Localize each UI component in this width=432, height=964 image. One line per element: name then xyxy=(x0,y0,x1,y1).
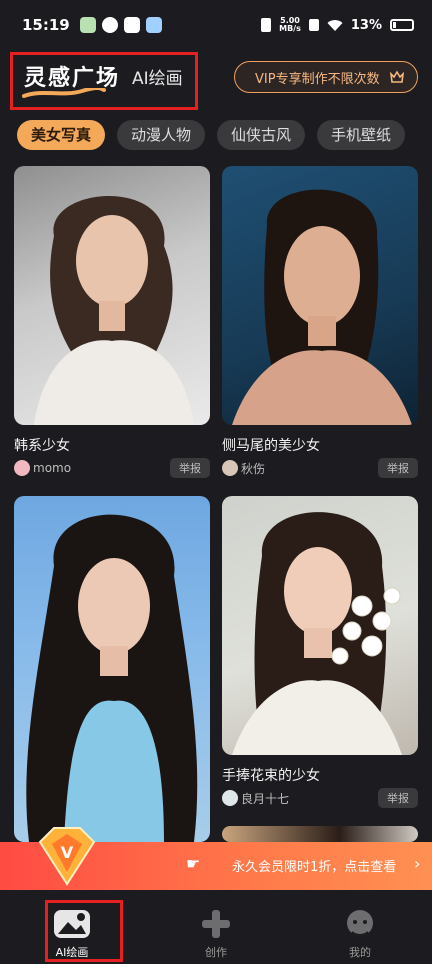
portrait-illustration xyxy=(232,512,402,755)
category-chip-wallpaper[interactable]: 手机壁纸 xyxy=(317,120,406,150)
top-header: 灵感广场 AI绘画 VIP专享制作不限次数 xyxy=(0,50,432,110)
category-chip-anime[interactable]: 动漫人物 xyxy=(117,120,206,150)
card-image[interactable] xyxy=(222,826,418,842)
annotation-highlight-box xyxy=(10,52,198,110)
avatar xyxy=(222,790,238,806)
card-author: 秋伤 xyxy=(241,461,266,476)
portrait-illustration xyxy=(26,514,198,842)
card-author: 良月十七 xyxy=(241,791,290,806)
report-button[interactable]: 举报 xyxy=(378,458,418,478)
card-image[interactable] xyxy=(222,496,418,755)
avatar xyxy=(222,460,238,476)
pointing-hand-icon: ☛ xyxy=(186,854,201,873)
profile-icon xyxy=(347,910,373,936)
network-speed: 5.00 MB/s xyxy=(279,16,301,33)
app-notification-icon xyxy=(145,17,162,33)
wifi-icon xyxy=(327,19,343,31)
gallery-card[interactable] xyxy=(14,496,210,842)
portrait-illustration xyxy=(34,196,194,425)
report-button[interactable]: 举报 xyxy=(170,458,210,478)
category-chip-xianxia[interactable]: 仙侠古风 xyxy=(217,120,306,150)
app-notification-icon xyxy=(101,17,118,33)
sim-icon xyxy=(308,19,319,31)
card-image[interactable] xyxy=(14,166,210,425)
report-button[interactable]: 举报 xyxy=(378,788,418,808)
chevron-right-icon: › xyxy=(414,854,421,873)
card-image[interactable] xyxy=(14,496,210,842)
status-bar: 15:19 5.00 MB/s 13% xyxy=(0,0,432,50)
status-time: 15:19 xyxy=(22,16,70,34)
app-notification-icon xyxy=(79,17,96,33)
card-title: 韩系少女 xyxy=(14,438,70,454)
vip-badge-icon: V xyxy=(38,827,96,886)
annotation-highlight-box xyxy=(45,900,123,962)
nav-profile[interactable]: 我的 xyxy=(288,890,432,964)
gallery-card[interactable]: 侧马尾的美少女 秋伤 举报 xyxy=(222,166,418,478)
plus-icon xyxy=(202,910,230,938)
promo-text: 永久会员限时1折，点击查看 xyxy=(232,860,397,875)
vibrate-icon xyxy=(261,18,272,32)
category-chip-beauty[interactable]: 美女写真 xyxy=(17,120,106,150)
svg-text:V: V xyxy=(61,843,74,862)
gallery-card[interactable]: 韩系少女 momo 举报 xyxy=(14,166,210,478)
category-chips: 美女写真 动漫人物 仙侠古风 手机壁纸 xyxy=(17,120,432,152)
battery-icon xyxy=(390,19,414,31)
avatar xyxy=(14,460,30,476)
card-author: momo xyxy=(33,461,72,475)
vip-promo-banner[interactable]: V ☛ 永久会员限时1折，点击查看 › xyxy=(0,827,432,890)
app-notification-icon xyxy=(123,17,140,33)
battery-percent: 13% xyxy=(350,17,382,33)
vip-unlimited-button[interactable]: VIP专享制作不限次数 xyxy=(234,61,418,93)
card-title: 侧马尾的美少女 xyxy=(222,438,320,454)
gallery-card[interactable]: 手捧花束的少女 良月十七 举报 xyxy=(222,496,418,808)
card-image[interactable] xyxy=(222,166,418,425)
nav-create[interactable]: 创作 xyxy=(144,890,288,964)
crown-icon xyxy=(389,70,405,83)
card-title: 手捧花束的少女 xyxy=(222,768,320,784)
portrait-illustration xyxy=(232,189,412,425)
gallery-card[interactable] xyxy=(222,826,418,842)
